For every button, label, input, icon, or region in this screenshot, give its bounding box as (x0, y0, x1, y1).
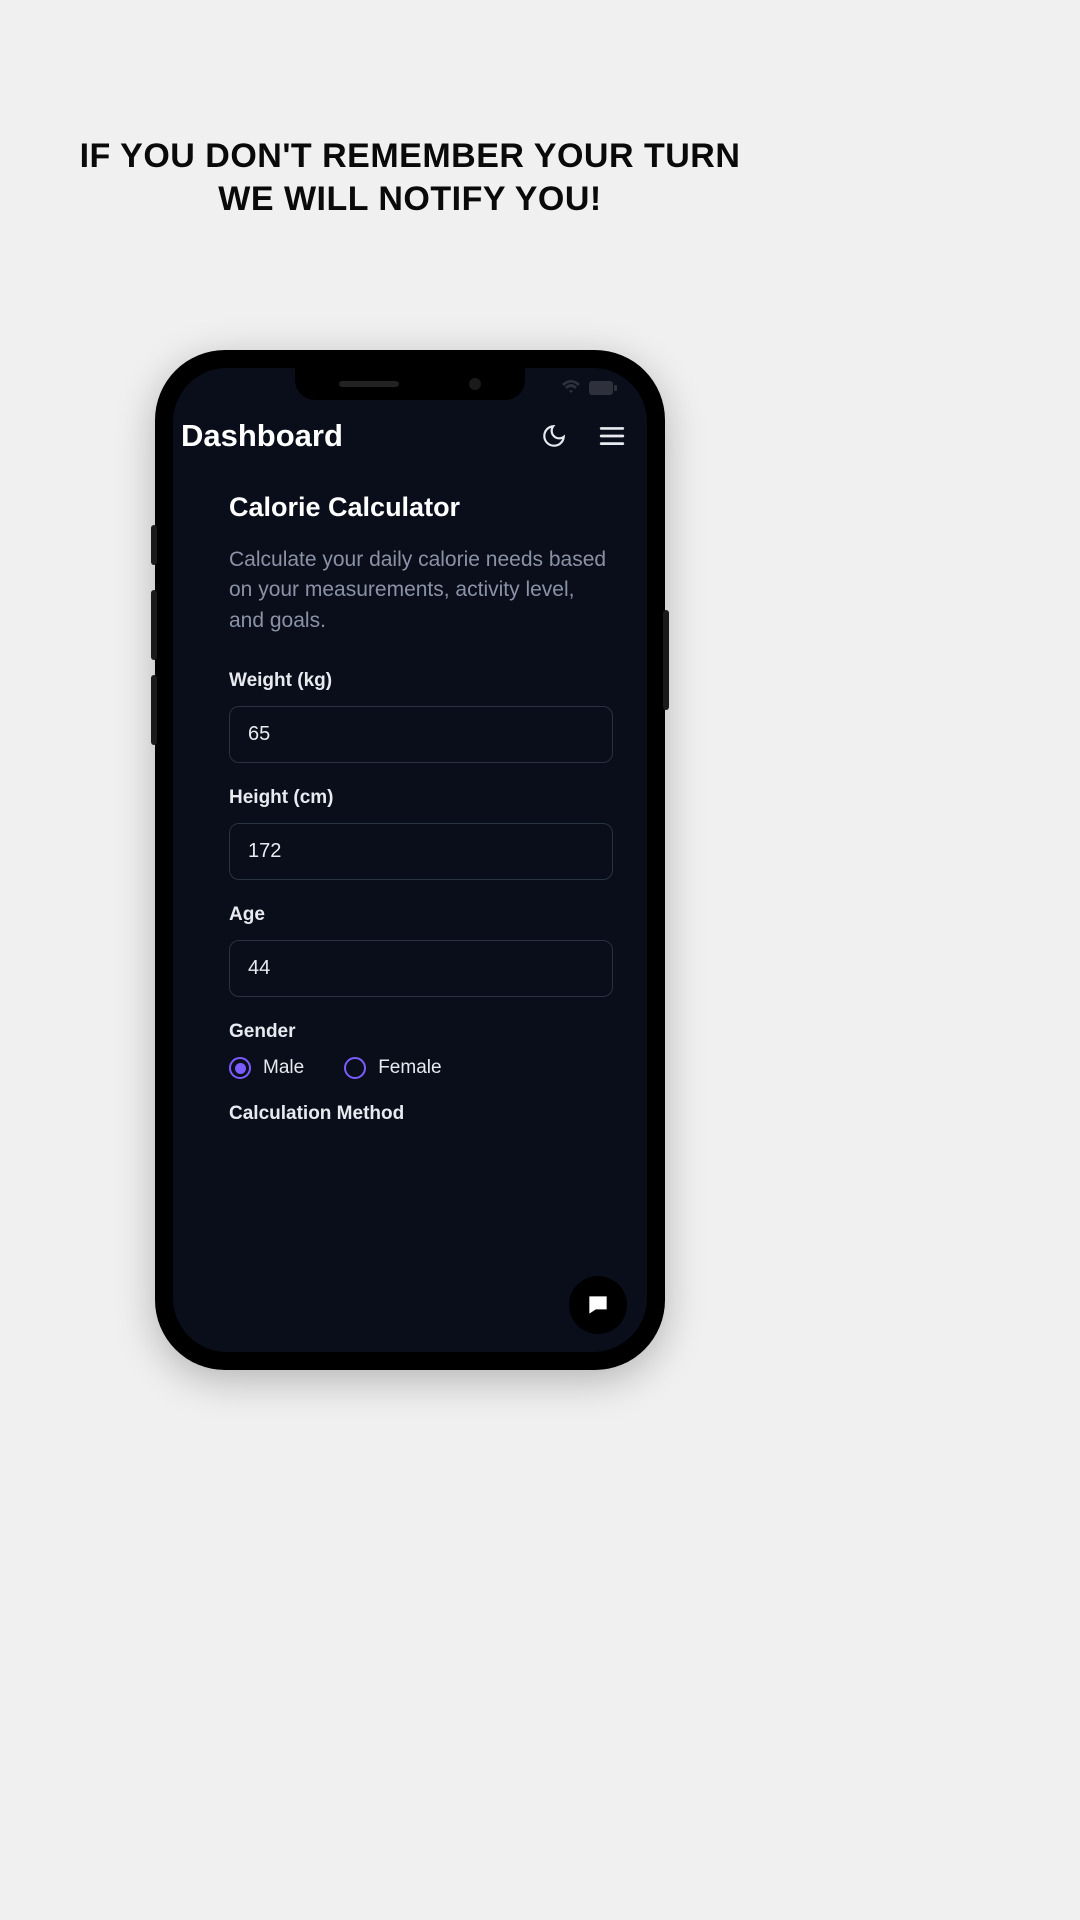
section-title: Calorie Calculator (229, 492, 613, 523)
status-bar (561, 380, 617, 400)
age-input[interactable] (229, 940, 613, 997)
phone-screen: Dashboard Calorie Calculator Calculate y… (173, 368, 647, 1352)
wifi-icon (561, 380, 581, 400)
gender-radio-female[interactable]: Female (344, 1057, 441, 1079)
height-field: Height (cm) (229, 787, 613, 880)
radio-label: Male (263, 1057, 304, 1079)
age-field: Age (229, 904, 613, 997)
height-input[interactable] (229, 823, 613, 880)
gender-radio-male[interactable]: Male (229, 1057, 304, 1079)
phone-notch (295, 368, 525, 400)
radio-label: Female (378, 1057, 441, 1079)
gender-label: Gender (229, 1021, 613, 1043)
radio-icon (229, 1057, 251, 1079)
theme-toggle-button[interactable] (541, 423, 567, 449)
weight-field: Weight (kg) (229, 670, 613, 763)
marketing-headline: IF YOU DON'T REMEMBER YOUR TURN WE WILL … (60, 135, 760, 220)
section-description: Calculate your daily calorie needs based… (229, 545, 613, 636)
page-title: Dashboard (181, 418, 343, 454)
weight-label: Weight (kg) (229, 670, 613, 692)
radio-icon (344, 1057, 366, 1079)
method-label: Calculation Method (229, 1103, 613, 1125)
speaker-icon (339, 381, 399, 387)
phone-side-button (151, 525, 157, 565)
battery-icon (589, 381, 617, 400)
phone-mockup: Dashboard Calorie Calculator Calculate y… (155, 350, 665, 1370)
camera-icon (469, 378, 481, 390)
height-label: Height (cm) (229, 787, 613, 809)
phone-side-button (663, 610, 669, 710)
content-area: Calorie Calculator Calculate your daily … (173, 472, 647, 1125)
phone-side-button (151, 675, 157, 745)
gender-radio-group: Male Female (229, 1057, 613, 1079)
chat-icon (585, 1292, 611, 1318)
weight-input[interactable] (229, 706, 613, 763)
menu-button[interactable] (599, 425, 625, 447)
chat-button[interactable] (569, 1276, 627, 1334)
phone-side-button (151, 590, 157, 660)
age-label: Age (229, 904, 613, 926)
